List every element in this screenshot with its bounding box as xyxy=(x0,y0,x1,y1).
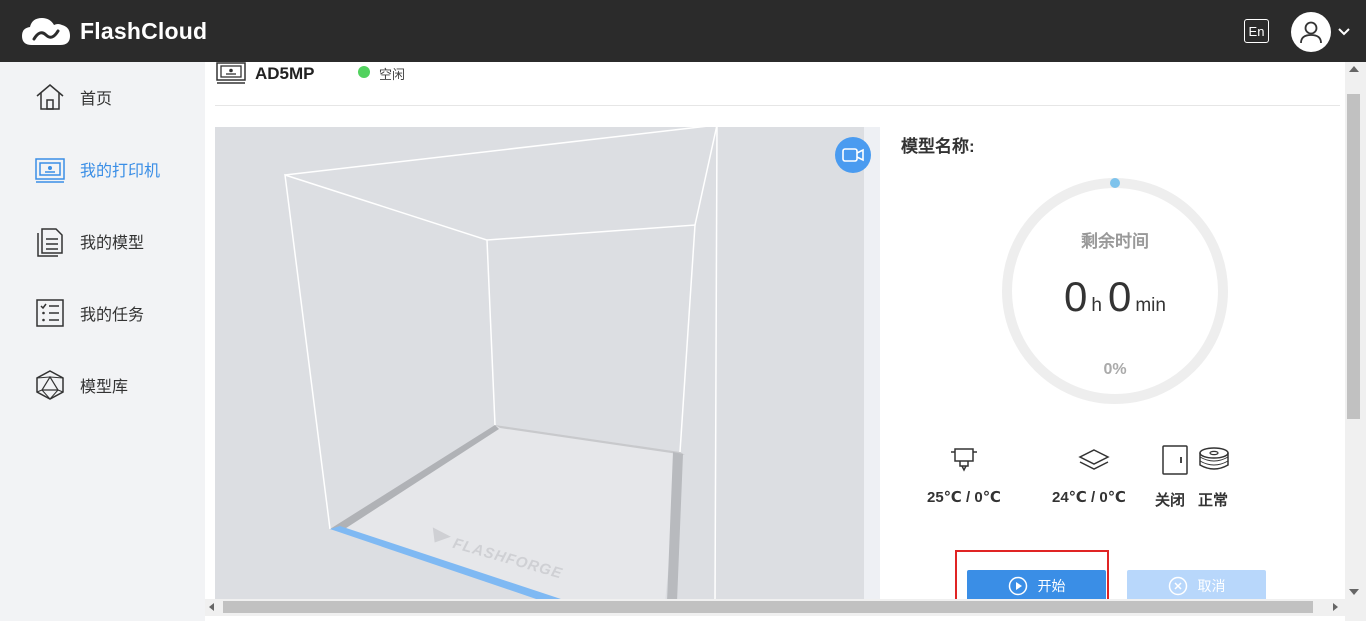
app-name: FlashCloud xyxy=(80,17,208,44)
video-camera-icon xyxy=(842,148,864,162)
model-library-icon xyxy=(34,369,66,401)
filament-status: 正常 xyxy=(1198,492,1229,509)
minutes-unit: min xyxy=(1135,295,1166,316)
printer-3d-viewer[interactable]: FLASHFORGE xyxy=(215,127,880,599)
remaining-time-ring: 剩余时间 0 h 0 min 0% xyxy=(997,173,1233,409)
sidebar-item-label: 我的打印机 xyxy=(80,163,161,180)
cancel-button[interactable]: 取消 xyxy=(1127,570,1266,599)
sidebar: 首页 我的打印机 我的模型 我的任务 模型库 xyxy=(0,62,205,621)
remaining-time-value: 0 h 0 min xyxy=(997,273,1233,321)
print-status-panel: 模型名称: 剩余时间 0 h 0 min 0% 25℃ / 0℃ 24℃ / 0… xyxy=(881,127,1341,599)
start-button[interactable]: 开始 xyxy=(967,570,1106,599)
cancel-button-label: 取消 xyxy=(1197,578,1226,594)
horizontal-scroll-thumb[interactable] xyxy=(223,601,1313,613)
bed-temperature: 24℃ / 0℃ xyxy=(1052,489,1126,506)
horizontal-scrollbar[interactable] xyxy=(205,599,1366,616)
viewer-edge-strip xyxy=(864,127,880,599)
hours-value: 0 xyxy=(1064,273,1088,320)
start-button-label: 开始 xyxy=(1037,578,1066,594)
cloud-logo-icon xyxy=(22,18,70,45)
chevron-down-icon[interactable] xyxy=(1337,24,1351,38)
nozzle-icon xyxy=(947,443,981,477)
sidebar-item-model-library[interactable]: 模型库 xyxy=(0,360,205,410)
door-icon xyxy=(1158,443,1192,477)
filament-spool-icon xyxy=(1197,443,1231,477)
scrollbar-corner xyxy=(1345,599,1366,621)
app-logo[interactable]: FlashCloud xyxy=(20,14,207,48)
model-name-label: 模型名称: xyxy=(901,137,975,156)
door-status: 关闭 xyxy=(1155,492,1186,509)
main-content: AD5MP 空闲 FLASHFORGE 模型名称: 剩余时间 0 h 0 min… xyxy=(205,62,1345,599)
printer-name: AD5MP xyxy=(255,64,315,83)
printer-status: 空闲 xyxy=(379,67,406,82)
sidebar-item-my-models[interactable]: 我的模型 xyxy=(0,216,205,266)
progress-ring-indicator xyxy=(1110,178,1120,188)
layers-icon xyxy=(1077,443,1111,477)
task-list-icon xyxy=(34,297,66,329)
home-icon xyxy=(34,81,66,113)
printer-icon xyxy=(216,62,246,84)
documents-icon xyxy=(34,225,66,257)
sidebar-item-home[interactable]: 首页 xyxy=(0,72,205,122)
remaining-time-label: 剩余时间 xyxy=(1081,232,1149,251)
top-header: FlashCloud En xyxy=(0,0,1366,62)
scroll-right-arrow-icon[interactable] xyxy=(1333,603,1338,611)
status-indicator xyxy=(358,66,370,78)
minutes-value: 0 xyxy=(1107,273,1132,320)
printer-header: AD5MP 空闲 xyxy=(215,62,1340,106)
language-toggle-button[interactable]: En xyxy=(1244,19,1269,43)
user-avatar-button[interactable] xyxy=(1291,12,1331,52)
build-volume-wireframe: FLASHFORGE xyxy=(284,127,718,599)
scroll-up-arrow-icon[interactable] xyxy=(1349,66,1359,72)
scroll-down-arrow-icon[interactable] xyxy=(1349,589,1359,595)
close-circle-icon xyxy=(1168,576,1187,596)
scroll-left-arrow-icon[interactable] xyxy=(209,603,214,611)
sidebar-item-label: 我的任务 xyxy=(80,307,145,324)
sidebar-item-my-tasks[interactable]: 我的任务 xyxy=(0,288,205,338)
vertical-scrollbar[interactable] xyxy=(1345,62,1366,599)
sidebar-item-label: 我的模型 xyxy=(80,235,145,252)
hours-unit: h xyxy=(1091,295,1102,316)
camera-button[interactable] xyxy=(835,137,871,173)
progress-percent: 0% xyxy=(1103,361,1127,378)
sidebar-item-label: 首页 xyxy=(80,91,113,108)
sidebar-item-my-printer[interactable]: 我的打印机 xyxy=(0,144,205,194)
printer-icon xyxy=(34,153,66,185)
user-avatar-icon xyxy=(1300,21,1322,44)
nozzle-temperature: 25℃ / 0℃ xyxy=(927,489,1001,506)
play-icon xyxy=(1008,576,1027,596)
sidebar-item-label: 模型库 xyxy=(80,379,129,396)
vertical-scroll-thumb[interactable] xyxy=(1347,94,1360,419)
